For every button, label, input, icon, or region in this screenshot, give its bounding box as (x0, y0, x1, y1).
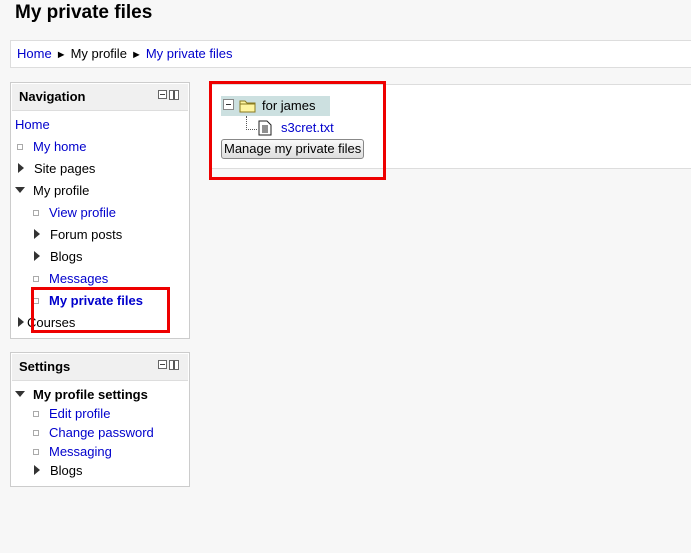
nav-item-my-home[interactable]: My home (17, 137, 86, 157)
settings-item-edit-profile[interactable]: Edit profile (33, 404, 110, 424)
settings-item-my-profile-settings-label[interactable]: My profile settings (33, 387, 148, 402)
settings-item-blogs-label[interactable]: Blogs (50, 463, 83, 478)
settings-block-header: Settings (12, 354, 188, 381)
settings-item-edit-profile-label[interactable]: Edit profile (49, 406, 110, 421)
settings-item-messaging-label[interactable]: Messaging (49, 444, 112, 459)
settings-item-change-password-label[interactable]: Change password (49, 425, 154, 440)
highlight-box-files (209, 81, 386, 180)
bullet-icon (33, 410, 39, 417)
highlight-box-nav (31, 287, 170, 333)
dock-icon[interactable] (169, 90, 179, 100)
bullet-icon (33, 429, 39, 436)
expand-arrow-icon[interactable] (18, 162, 24, 173)
breadcrumb-my-profile: My profile (70, 46, 127, 61)
breadcrumb-separator-icon: ► (55, 49, 67, 61)
block-controls (158, 90, 179, 100)
nav-item-forum-posts[interactable]: Forum posts (34, 225, 122, 245)
minimize-icon[interactable] (158, 90, 167, 99)
expand-arrow-icon[interactable] (18, 316, 24, 327)
bullet-icon (33, 275, 39, 282)
block-controls (158, 360, 179, 370)
expand-arrow-icon[interactable] (34, 250, 40, 261)
settings-item-change-password[interactable]: Change password (33, 423, 154, 443)
settings-item-my-profile-settings[interactable]: My profile settings (15, 385, 148, 405)
nav-item-site-pages-label[interactable]: Site pages (34, 161, 95, 176)
settings-item-messaging[interactable]: Messaging (33, 442, 112, 462)
navigation-block-title: Navigation (19, 89, 86, 104)
nav-item-blogs[interactable]: Blogs (34, 247, 83, 267)
nav-item-home[interactable]: Home (15, 115, 50, 135)
nav-item-view-profile[interactable]: View profile (33, 203, 116, 223)
navigation-block-header: Navigation (12, 84, 188, 111)
nav-item-my-profile-label[interactable]: My profile (33, 183, 89, 198)
bullet-icon (33, 209, 39, 216)
nav-item-messages-label[interactable]: Messages (49, 271, 108, 286)
nav-item-blogs-label[interactable]: Blogs (50, 249, 83, 264)
collapse-arrow-icon[interactable] (15, 186, 25, 193)
bullet-icon (17, 143, 23, 150)
breadcrumb-home[interactable]: Home (17, 46, 52, 61)
minimize-icon[interactable] (158, 360, 167, 369)
page-title: My private files (15, 2, 153, 23)
breadcrumb-separator-icon: ► (130, 49, 142, 61)
collapse-arrow-icon[interactable] (15, 390, 25, 397)
nav-item-my-profile[interactable]: My profile (15, 181, 89, 201)
expand-arrow-icon[interactable] (34, 464, 40, 475)
nav-item-view-profile-label[interactable]: View profile (49, 205, 116, 220)
dock-icon[interactable] (169, 360, 179, 370)
nav-item-site-pages[interactable]: Site pages (18, 159, 95, 179)
breadcrumb-my-private-files[interactable]: My private files (146, 46, 233, 61)
settings-item-blogs[interactable]: Blogs (34, 461, 83, 481)
nav-item-my-home-label[interactable]: My home (33, 139, 86, 154)
breadcrumb: Home ► My profile ► My private files (10, 40, 691, 68)
nav-item-messages[interactable]: Messages (33, 269, 108, 289)
expand-arrow-icon[interactable] (34, 228, 40, 239)
nav-item-forum-posts-label[interactable]: Forum posts (50, 227, 122, 242)
settings-block-title: Settings (19, 359, 71, 374)
bullet-icon (33, 448, 39, 455)
